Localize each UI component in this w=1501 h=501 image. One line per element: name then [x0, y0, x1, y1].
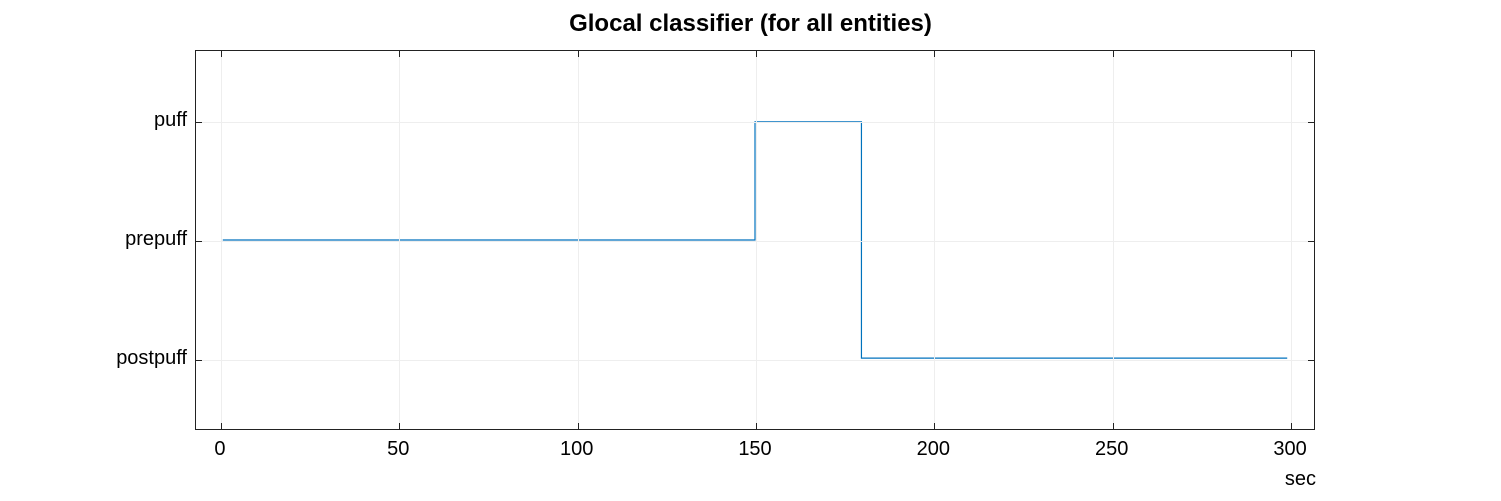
grid-vertical — [221, 51, 222, 429]
x-tick — [1291, 423, 1292, 429]
x-tick-label: 250 — [1095, 438, 1128, 461]
chart-plot-area — [196, 51, 1314, 429]
grid-vertical — [934, 51, 935, 429]
grid-horizontal — [196, 241, 1314, 242]
x-tick-top — [756, 51, 757, 57]
x-tick — [578, 423, 579, 429]
x-tick-label: 200 — [917, 438, 950, 461]
x-tick-top — [221, 51, 222, 57]
x-tick-label: 150 — [738, 438, 771, 461]
y-tick — [196, 360, 202, 361]
y-tick-label: puff — [154, 109, 187, 132]
x-tick-top — [578, 51, 579, 57]
x-tick-label: 100 — [560, 438, 593, 461]
x-tick — [399, 423, 400, 429]
grid-vertical — [399, 51, 400, 429]
y-tick-right — [1308, 241, 1314, 242]
y-tick-right — [1308, 122, 1314, 123]
x-tick-label: 50 — [387, 438, 409, 461]
chart-axes — [195, 50, 1315, 430]
y-tick — [196, 122, 202, 123]
x-tick-top — [934, 51, 935, 57]
grid-vertical — [1113, 51, 1114, 429]
chart-title: Glocal classifier (for all entities) — [0, 10, 1501, 38]
x-tick — [1113, 423, 1114, 429]
x-tick-label: 300 — [1273, 438, 1306, 461]
grid-vertical — [1291, 51, 1292, 429]
series-line — [223, 122, 1287, 358]
y-tick-label: prepuff — [125, 228, 187, 251]
y-tick-label: postpuff — [116, 347, 187, 370]
figure: Glocal classifier (for all entities) sec… — [0, 0, 1501, 501]
x-tick-label: 0 — [214, 438, 225, 461]
x-tick — [221, 423, 222, 429]
y-tick-right — [1308, 360, 1314, 361]
y-tick — [196, 241, 202, 242]
grid-horizontal — [196, 360, 1314, 361]
x-tick-top — [1291, 51, 1292, 57]
grid-vertical — [756, 51, 757, 429]
x-axis-label: sec — [1285, 468, 1316, 491]
x-tick-top — [1113, 51, 1114, 57]
grid-horizontal — [196, 122, 1314, 123]
x-tick — [756, 423, 757, 429]
x-tick-top — [399, 51, 400, 57]
grid-vertical — [578, 51, 579, 429]
x-tick — [934, 423, 935, 429]
